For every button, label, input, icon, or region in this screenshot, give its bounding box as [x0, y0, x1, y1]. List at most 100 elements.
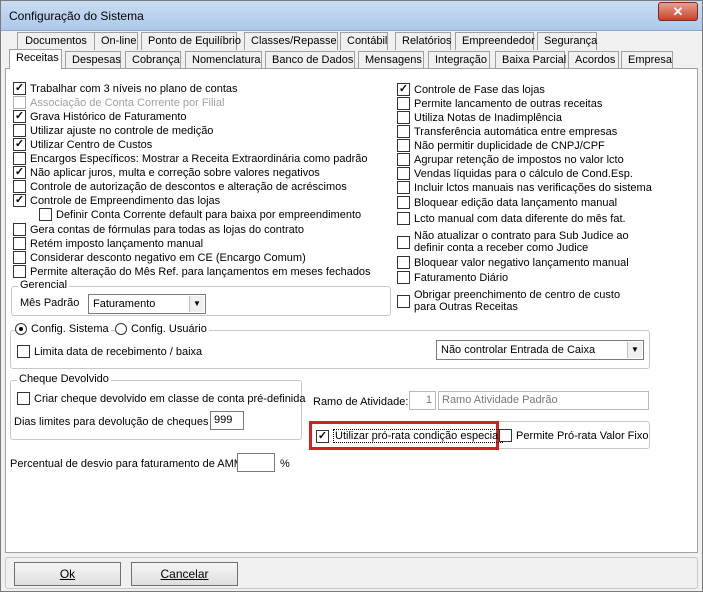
checkbox-icon — [17, 392, 30, 405]
checkbox-icon — [13, 237, 26, 250]
left-checkbox-label: Utilizar ajuste no controle de medição — [30, 124, 214, 137]
left-checkbox-label: Controle de autorização de descontos e a… — [30, 180, 347, 193]
tab-despesas[interactable]: Despesas — [65, 51, 121, 69]
tab-acordos[interactable]: Acordos — [568, 51, 619, 69]
dias-limites-input[interactable]: 999 — [210, 411, 244, 430]
left-checkbox-10[interactable]: Gera contas de fórmulas para todas as lo… — [13, 223, 304, 236]
checkbox-checked-icon: ✓ — [13, 194, 26, 207]
checkbox-icon — [397, 167, 410, 180]
tab-cont-bil[interactable]: Contábil — [340, 32, 388, 50]
tab-nomenclatura[interactable]: Nomenclatura — [185, 51, 262, 69]
cheque-group: Cheque Devolvido Criar cheque devolvido … — [10, 373, 306, 440]
tab-receitas[interactable]: Receitas — [9, 49, 62, 69]
right-checkbox-8[interactable]: Bloquear edição data lançamento manual — [397, 196, 617, 209]
receitas-panel: ✓ Trabalhar com 3 níveis no plano de cont… — [5, 68, 698, 553]
left-checkbox-5[interactable]: Encargos Específicos: Mostrar a Receita … — [13, 152, 368, 165]
right-checkbox-11[interactable]: Bloquear valor negativo lançamento manua… — [397, 256, 629, 269]
ok-button[interactable]: Ok — [14, 562, 121, 586]
mes-padrao-select[interactable]: Faturamento ▼ — [88, 294, 206, 314]
tab-baixa-parcial[interactable]: Baixa Parcial — [495, 51, 566, 69]
checkbox-icon — [397, 111, 410, 124]
right-checkbox-label: Permite lancamento de outras receitas — [414, 97, 603, 110]
config-usuario-radio[interactable]: Config. Usuário — [115, 323, 209, 335]
ramo-code-input[interactable]: 1 — [409, 391, 436, 410]
titlebar: Configuração do Sistema ✕ — [1, 1, 702, 31]
tab-relat-rios[interactable]: Relatórios — [395, 32, 452, 50]
checkbox-icon — [397, 271, 410, 284]
right-checkbox-5[interactable]: Agrupar retenção de impostos no valor lc… — [397, 153, 624, 166]
left-checkbox-label: Associação de Conta Corrente por Filial — [30, 96, 225, 109]
right-checkbox-3[interactable]: Transferência automática entre empresas — [397, 125, 617, 138]
right-checkbox-9[interactable]: Lcto manual com data diferente do mês fa… — [397, 212, 626, 225]
right-checkbox-6[interactable]: Vendas líquidas para o cálculo de Cond.E… — [397, 167, 633, 180]
left-checkbox-7[interactable]: Controle de autorização de descontos e a… — [13, 180, 347, 193]
right-checkbox-1[interactable]: Permite lancamento de outras receitas — [397, 97, 602, 110]
tab-cobran-a[interactable]: Cobrança — [125, 51, 181, 69]
limita-data-checkbox[interactable]: Limita data de recebimento / baixa — [17, 345, 202, 358]
tab-banco-de-dados[interactable]: Banco de Dados — [265, 51, 355, 69]
cancel-button[interactable]: Cancelar — [131, 562, 238, 586]
right-checkbox-13[interactable]: Obrigar preenchimento de centro de custo… — [397, 289, 642, 313]
left-checkbox-11[interactable]: Retém imposto lançamento manual — [13, 237, 203, 250]
tab-empresa[interactable]: Empresa — [621, 51, 673, 69]
cheque-checkbox[interactable]: Criar cheque devolvido em classe de cont… — [17, 392, 306, 405]
left-checkbox-1[interactable]: Associação de Conta Corrente por Filial — [13, 96, 224, 109]
window-title: Configuração do Sistema — [9, 9, 144, 23]
checkbox-checked-icon: ✓ — [316, 429, 329, 443]
ramo-name-input[interactable]: Ramo Atividade Padrão — [438, 391, 649, 410]
left-checkbox-13[interactable]: Permite alteração do Mês Ref. para lança… — [13, 265, 371, 278]
checkbox-checked-icon: ✓ — [13, 110, 26, 123]
config-sistema-radio[interactable]: Config. Sistema — [15, 323, 111, 335]
tab-mensagens[interactable]: Mensagens — [358, 51, 424, 69]
checkbox-checked-icon: ✓ — [13, 166, 26, 179]
ramo-label: Ramo de Atividade: — [313, 396, 409, 408]
tab-on-line[interactable]: On-line — [94, 32, 138, 50]
left-checkbox-8[interactable]: ✓ Controle de Empreendimento das lojas — [13, 194, 220, 207]
right-checkbox-4[interactable]: Não permitir duplicidade de CNPJ/CPF — [397, 139, 605, 152]
tab-classes-repasse[interactable]: Classes/Repasse — [244, 32, 338, 50]
right-checkbox-2[interactable]: Utiliza Notas de Inadimplência — [397, 111, 562, 124]
cancel-label: Cancelar — [160, 567, 209, 581]
gerencial-group: Gerencial Mês Padrão Faturamento ▼ — [11, 279, 391, 316]
tab-ponto-de-equil-brio[interactable]: Ponto de Equilíbrio — [141, 32, 241, 50]
left-checkbox-12[interactable]: Considerar desconto negativo em CE (Enca… — [13, 251, 306, 264]
left-checkbox-label: Controle de Empreendimento das lojas — [30, 194, 221, 207]
tab-seguran-a[interactable]: Segurança — [537, 32, 597, 50]
caixa-select[interactable]: Não controlar Entrada de Caixa ▼ — [436, 340, 644, 360]
right-checkbox-label: Transferência automática entre empresas — [414, 125, 618, 138]
left-checkbox-2[interactable]: ✓ Grava Histórico de Faturamento — [13, 110, 187, 123]
desvio-label: Percentual de desvio para faturamento de… — [10, 458, 243, 470]
gerencial-legend: Gerencial — [18, 279, 70, 291]
right-checkbox-12[interactable]: Faturamento Diário — [397, 271, 508, 284]
left-checkbox-9[interactable]: Definir Conta Corrente default para baix… — [39, 208, 361, 221]
left-checkbox-4[interactable]: ✓ Utilizar Centro de Custos — [13, 138, 152, 151]
checkbox-icon — [13, 180, 26, 193]
caixa-value: Não controlar Entrada de Caixa — [441, 344, 596, 356]
close-button[interactable]: ✕ — [658, 2, 698, 21]
checkbox-icon — [397, 139, 410, 152]
chevron-down-icon[interactable]: ▼ — [627, 342, 642, 358]
right-checkbox-7[interactable]: Incluir lctos manuais nas verificações d… — [397, 181, 652, 194]
left-checkbox-3[interactable]: Utilizar ajuste no controle de medição — [13, 124, 213, 137]
left-checkbox-6[interactable]: ✓ Não aplicar juros, multa e correção sob… — [13, 166, 320, 179]
right-checkbox-10[interactable]: Não atualizar o contrato para Sub Judice… — [397, 230, 642, 254]
right-checkbox-label: Não permitir duplicidade de CNPJ/CPF — [414, 139, 605, 152]
prorata-fixo-checkbox[interactable]: Permite Pró-rata Valor Fixo — [499, 429, 648, 442]
prorata-checkbox[interactable]: ✓ Utilizar pró-rata condição especial — [316, 429, 503, 443]
tab-documentos[interactable]: Documentos — [17, 32, 95, 50]
left-checkbox-0[interactable]: ✓ Trabalhar com 3 níveis no plano de cont… — [13, 82, 238, 95]
checkbox-icon — [397, 125, 410, 138]
tab-empreendedor[interactable]: Empreendedor — [455, 32, 535, 50]
right-checkbox-0[interactable]: ✓ Controle de Fase das lojas — [397, 83, 545, 96]
chevron-down-icon[interactable]: ▼ — [189, 296, 204, 312]
checkbox-checked-icon: ✓ — [13, 138, 26, 151]
mes-padrao-value: Faturamento — [93, 298, 156, 310]
checkbox-icon — [397, 295, 410, 308]
desvio-input[interactable] — [237, 453, 275, 472]
checkbox-icon — [397, 212, 410, 225]
checkbox-icon — [397, 153, 410, 166]
tab-integra-o[interactable]: Integração — [428, 51, 490, 69]
right-checkbox-label: Não atualizar o contrato para Sub Judice… — [414, 230, 629, 254]
radio-icon — [115, 323, 127, 335]
prorata-label: Utilizar pró-rata condição especial — [333, 429, 503, 443]
